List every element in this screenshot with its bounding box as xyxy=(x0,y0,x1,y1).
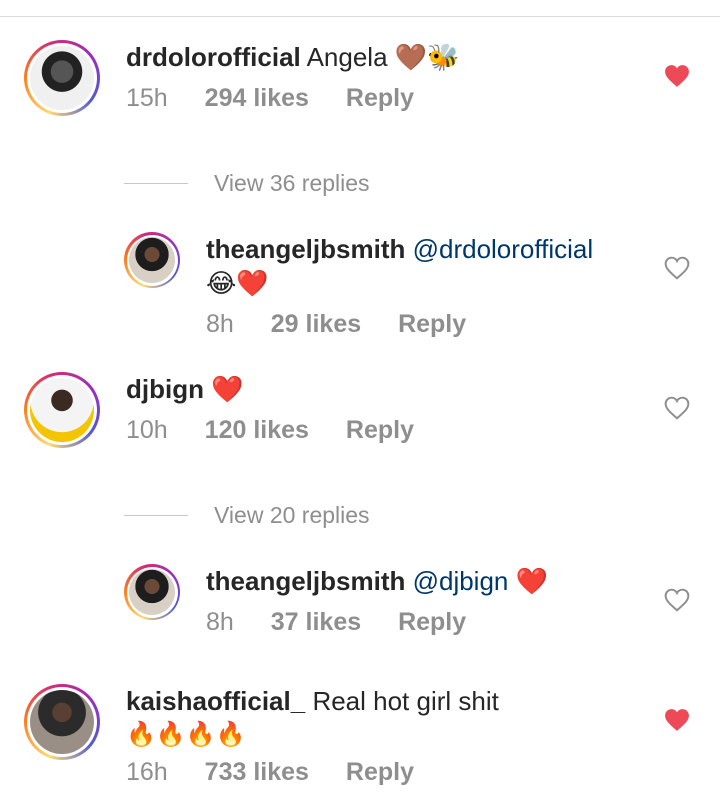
comment-mention[interactable]: @drdolorofficial xyxy=(413,234,594,264)
comment-time: 10h xyxy=(126,416,168,444)
comment-time: 15h xyxy=(126,84,168,112)
comment-emoji: ❤️ xyxy=(211,374,244,404)
comment-username[interactable]: theangeljbsmith xyxy=(206,566,405,596)
top-divider xyxy=(0,16,720,17)
comment-emoji: 🤎🐝 xyxy=(394,42,460,72)
view-replies-line xyxy=(124,515,188,516)
view-replies-line xyxy=(124,183,188,184)
heart-icon[interactable] xyxy=(664,256,690,280)
liked-heart-icon[interactable] xyxy=(664,708,690,732)
reply-button[interactable]: Reply xyxy=(398,608,466,636)
heart-icon[interactable] xyxy=(664,588,690,612)
comment-time: 8h xyxy=(206,608,234,636)
view-replies-button[interactable]: View 36 replies xyxy=(124,170,370,197)
avatar[interactable] xyxy=(24,684,100,760)
reply-button[interactable]: Reply xyxy=(346,84,414,112)
comment-text: Real hot girl shit xyxy=(312,686,499,716)
liked-heart-icon[interactable] xyxy=(664,64,690,88)
reply-button[interactable]: Reply xyxy=(398,310,466,338)
likes-count[interactable]: 37 likes xyxy=(271,608,361,636)
view-replies-button[interactable]: View 20 replies xyxy=(124,502,370,529)
comment-emoji: ❤️ xyxy=(515,566,548,596)
comment-username[interactable]: kaishaofficial_ xyxy=(126,686,305,716)
comment-mention[interactable]: @djbign xyxy=(413,566,509,596)
likes-count[interactable]: 29 likes xyxy=(271,310,361,338)
comment-emoji: 😂❤️ xyxy=(206,268,269,298)
avatar[interactable] xyxy=(124,564,180,620)
reply-button[interactable]: Reply xyxy=(346,416,414,444)
comment-username[interactable]: djbign xyxy=(126,374,204,404)
comment-time: 16h xyxy=(126,758,168,786)
avatar[interactable] xyxy=(24,372,100,448)
likes-count[interactable]: 120 likes xyxy=(205,416,309,444)
avatar[interactable] xyxy=(124,232,180,288)
likes-count[interactable]: 733 likes xyxy=(205,758,309,786)
comment-username[interactable]: drdolorofficial xyxy=(126,42,301,72)
reply-button[interactable]: Reply xyxy=(346,758,414,786)
view-replies-label[interactable]: View 20 replies xyxy=(214,502,370,529)
likes-count[interactable]: 294 likes xyxy=(205,84,309,112)
comment-username[interactable]: theangeljbsmith xyxy=(206,234,405,264)
comment-emoji: 🔥🔥🔥🔥 xyxy=(126,721,246,748)
comment-text: Angela xyxy=(306,42,388,72)
comment-time: 8h xyxy=(206,310,234,338)
view-replies-label[interactable]: View 36 replies xyxy=(214,170,370,197)
avatar[interactable] xyxy=(24,40,100,116)
heart-icon[interactable] xyxy=(664,396,690,420)
